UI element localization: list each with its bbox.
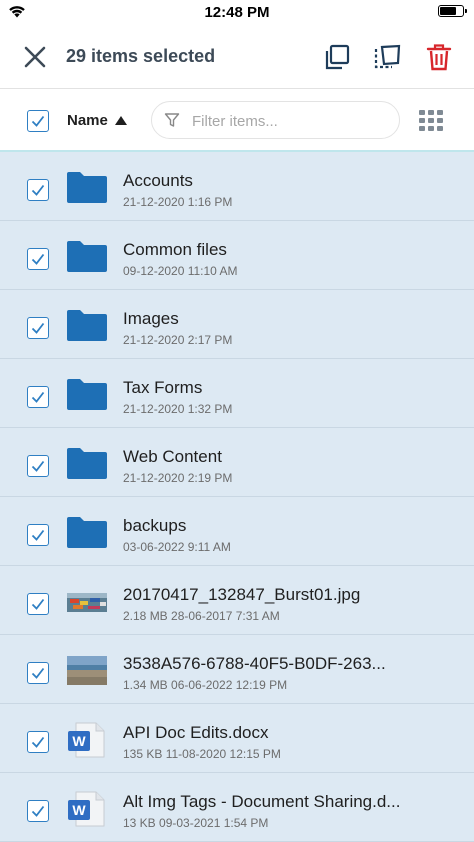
item-checkbox[interactable] [27,800,49,822]
list-item[interactable]: Tax Forms 21-12-2020 1:32 PM [0,359,474,428]
item-meta: 1.34 MB 06-06-2022 12:19 PM [123,678,288,692]
check-icon [31,253,45,265]
status-bar: 12:48 PM [0,0,474,26]
check-icon [31,598,45,610]
word-document-icon: W [66,722,108,758]
item-checkbox[interactable] [27,593,49,615]
sort-ascending-icon[interactable] [115,116,127,125]
word-document-icon: W [66,791,108,827]
status-time: 12:48 PM [204,4,270,21]
check-icon [31,322,45,334]
item-meta: 03-06-2022 9:11 AM [123,540,231,554]
copy-icon[interactable] [322,42,352,72]
item-meta: 09-12-2020 11:10 AM [123,264,238,278]
folder-icon [66,170,108,206]
filter-input[interactable] [190,110,394,132]
list-item[interactable]: Images 21-12-2020 2:17 PM [0,290,474,359]
grid-view-icon[interactable] [419,110,444,131]
delete-icon[interactable] [424,42,454,72]
item-checkbox[interactable] [27,524,49,546]
folder-icon [66,239,108,275]
item-name: Alt Img Tags - Document Sharing.d... [123,792,401,811]
item-meta: 21-12-2020 1:32 PM [123,402,233,416]
check-icon [31,667,45,679]
item-meta: 21-12-2020 2:19 PM [123,471,233,485]
item-checkbox[interactable] [27,731,49,753]
list-toolbar: Name [0,88,474,152]
battery-icon [438,5,467,17]
item-name: Tax Forms [123,378,203,397]
folder-icon [66,377,108,413]
list-item[interactable]: Web Content 21-12-2020 2:19 PM [0,428,474,497]
selected-count: 29 items selected [66,46,216,66]
item-name: Accounts [123,171,193,190]
item-name: 3538A576-6788-40F5-B0DF-263... [123,654,386,673]
list-item[interactable]: Common files 09-12-2020 11:10 AM [0,221,474,290]
list-item[interactable]: W API Doc Edits.docx 135 KB 11-08-2020 12:… [0,704,474,773]
svg-text:W: W [72,802,86,818]
item-checkbox[interactable] [27,179,49,201]
list-item[interactable]: 20170417_132847_Burst01.jpg 2.18 MB 28-06… [0,566,474,635]
image-thumbnail [66,584,108,620]
item-checkbox[interactable] [27,317,49,339]
item-meta: 2.18 MB 28-06-2017 7:31 AM [123,609,280,623]
item-checkbox[interactable] [27,386,49,408]
select-all-checkbox[interactable] [27,110,49,132]
list-item[interactable]: backups 03-06-2022 9:11 AM [0,497,474,566]
item-name: backups [123,516,187,535]
file-list: Accounts 21-12-2020 1:16 PM Common files 09… [0,152,474,842]
item-checkbox[interactable] [27,455,49,477]
filter-box[interactable] [151,101,400,139]
check-icon [31,115,45,127]
item-checkbox[interactable] [27,662,49,684]
folder-icon [66,446,108,482]
check-icon [31,736,45,748]
list-item[interactable]: Accounts 21-12-2020 1:16 PM [0,152,474,221]
image-thumbnail [66,653,108,689]
check-icon [31,460,45,472]
item-name: Web Content [123,447,222,466]
sort-by-name-button[interactable]: Name [67,112,108,129]
item-meta: 13 KB 09-03-2021 1:54 PM [123,816,269,830]
folder-icon [66,308,108,344]
selection-action-bar: 29 items selected [0,26,474,88]
check-icon [31,805,45,817]
list-item[interactable]: 3538A576-6788-40F5-B0DF-263... 1.34 MB 06… [0,635,474,704]
item-meta: 21-12-2020 1:16 PM [123,195,233,209]
item-name: Common files [123,240,227,259]
item-name: Images [123,309,179,328]
close-icon[interactable] [22,44,48,70]
svg-text:W: W [72,733,86,749]
item-meta: 21-12-2020 2:17 PM [123,333,233,347]
check-icon [31,184,45,196]
item-name: API Doc Edits.docx [123,723,269,742]
check-icon [31,529,45,541]
check-icon [31,391,45,403]
item-meta: 135 KB 11-08-2020 12:15 PM [123,747,281,761]
filter-icon [164,113,180,127]
move-icon[interactable] [372,42,402,72]
folder-icon [66,515,108,551]
item-name: 20170417_132847_Burst01.jpg [123,585,361,604]
list-item[interactable]: W Alt Img Tags - Document Sharing.d... 13 … [0,773,474,842]
item-checkbox[interactable] [27,248,49,270]
